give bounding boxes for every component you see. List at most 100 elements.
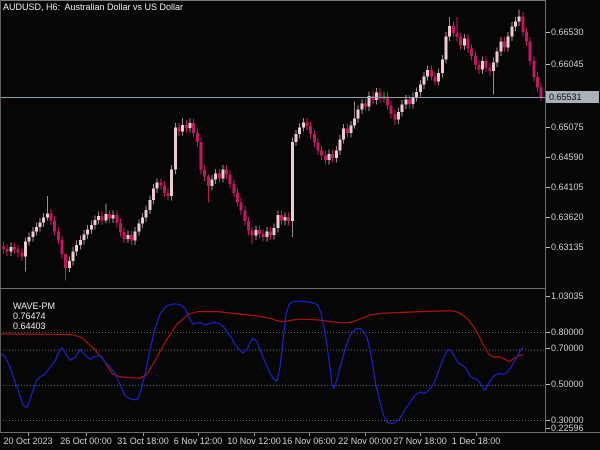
panel-separator[interactable] [0,288,600,289]
candle [181,125,184,132]
time-axis-label: 26 Oct 00:00 [60,436,112,446]
candle [364,103,367,107]
candle [532,61,536,77]
price-axis-label: 0.63135 [551,242,584,252]
candle [24,241,27,257]
candle [203,170,206,177]
indicator-plot[interactable] [0,289,545,432]
time-axis-label: 6 Nov 12:00 [173,436,223,446]
candle [163,185,166,193]
candle [75,245,78,252]
candle [82,234,86,240]
indicator-axis-label: 0.50000 [551,379,584,389]
candle [97,216,100,220]
candle [155,182,159,189]
candle [466,38,470,49]
candle [177,127,181,132]
price-axis-label: 0.66045 [551,59,584,69]
candle [236,193,239,203]
candle [517,16,521,22]
candle [536,77,539,88]
wave-pm-red-line [0,310,524,379]
candle [455,33,459,37]
price-axis-label: 0.65075 [551,122,584,132]
candle [111,215,115,219]
time-axis[interactable]: 20 Oct 2023 26 Oct 00:00 31 Oct 18:00 6 Nov… [0,433,600,450]
indicator-axis-label-tick [546,332,550,333]
candle [499,41,503,52]
candle [488,67,492,71]
indicator-axis-label-tick [546,384,550,385]
candle [5,249,9,252]
candle [433,76,437,82]
candle [20,252,24,257]
candle [68,261,71,268]
price-axis-label: 0.66530 [551,27,584,37]
candle [53,220,56,232]
candle [57,231,60,240]
candle [210,179,214,186]
candle [196,133,199,142]
indicator-axis-label: 0.22596 [551,423,584,433]
candle [133,231,137,241]
candle [313,134,316,143]
candle [272,228,276,235]
candle [510,26,514,37]
candle [349,125,353,133]
price-axis-label-tick [546,247,550,248]
candle [141,217,144,224]
candle [430,70,433,77]
candle [426,70,429,77]
candle [239,202,243,211]
candle [254,230,258,236]
time-axis-label: 16 Nov 06:00 [282,436,336,446]
candle [126,235,130,239]
indicator-axis-label: 1.03035 [551,291,584,301]
candle [108,214,111,219]
price-axis-label: 0.64105 [551,182,584,192]
candle [104,214,108,221]
candle [13,247,16,250]
candle [166,193,170,196]
candle [86,229,89,235]
candle [302,122,305,128]
candle [221,169,225,179]
candle [159,182,163,186]
candle [463,38,466,46]
candle [331,154,334,158]
candle [404,99,408,105]
candle [338,139,342,151]
candle [411,97,415,104]
candle [122,232,126,239]
price-axis-label-tick [546,64,550,65]
candle [506,36,510,48]
main-chart-plot[interactable] [0,0,545,288]
candle [148,200,152,210]
candle [346,128,349,133]
candle [232,184,236,193]
candle [492,62,495,71]
candle [283,217,287,221]
chart-border-left [0,0,1,433]
current-price-tag: 0.65531 [546,91,599,103]
candle [218,173,221,179]
candle [71,251,75,261]
candle [481,61,484,70]
candle [360,103,364,110]
candle [474,56,477,65]
indicator-axis-label-tick [546,296,550,297]
candle [207,176,210,186]
price-axis[interactable]: 0.66530 0.66045 0.65075 0.64590 0.64105 0.636… [545,0,600,433]
candle [393,114,397,120]
candle [49,213,53,221]
candle [415,92,418,97]
candle [459,37,462,46]
candle [437,73,440,82]
candle [93,220,97,225]
candle [130,235,133,241]
candle [228,174,232,184]
candle [356,109,360,119]
candle [119,223,122,232]
indicator-axis-label-tick [546,420,550,421]
time-axis-label: 27 Nov 18:00 [393,436,447,446]
